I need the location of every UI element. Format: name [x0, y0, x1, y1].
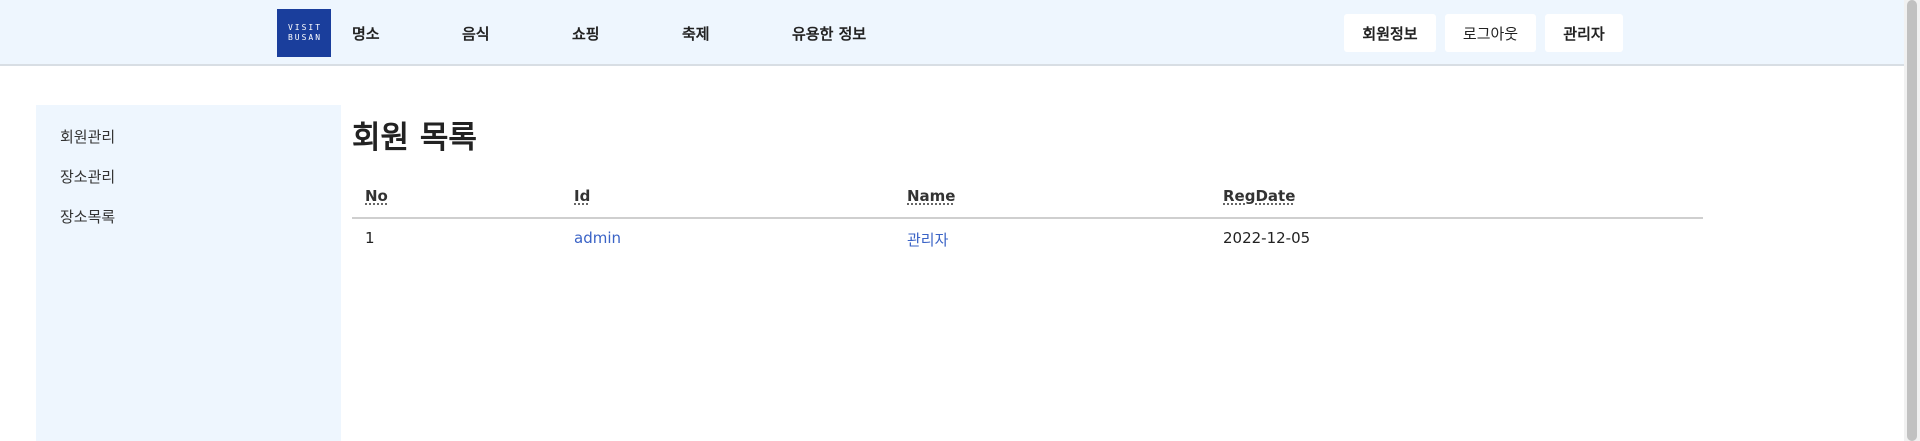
nav-link-attractions[interactable]: 명소	[352, 23, 380, 44]
member-info-button[interactable]: 회원정보	[1344, 14, 1436, 52]
logo-line-1: VISIT	[287, 23, 323, 32]
sidebar-item-member-management[interactable]: 회원관리	[60, 126, 115, 147]
logout-button[interactable]: 로그아웃	[1445, 14, 1536, 52]
cell-regdate: 2022-12-05	[1223, 229, 1311, 247]
column-header-no: No	[365, 187, 388, 205]
sidebar-item-place-management[interactable]: 장소관리	[60, 166, 115, 187]
visit-busan-logo[interactable]: VISIT BUSAN	[277, 9, 331, 57]
page-title: 회원 목록	[352, 120, 477, 156]
cell-no: 1	[365, 229, 375, 247]
admin-sidebar: 회원관리 장소관리 장소목록	[36, 105, 341, 441]
logo-line-2: BUSAN	[287, 33, 323, 42]
column-header-name: Name	[907, 187, 956, 205]
nav-link-festival[interactable]: 축제	[682, 23, 710, 44]
sidebar-item-place-list[interactable]: 장소목록	[60, 206, 115, 227]
admin-button[interactable]: 관리자	[1545, 14, 1623, 52]
cell-id-link[interactable]: admin	[574, 229, 621, 247]
column-header-id: Id	[574, 187, 591, 205]
top-navigation-bar: VISIT BUSAN 명소 음식 쇼핑 축제 유용한 정보 회원정보 로그아웃…	[0, 0, 1904, 66]
nav-link-food[interactable]: 음식	[462, 23, 490, 44]
scrollbar-thumb[interactable]	[1907, 0, 1917, 441]
column-header-regdate: RegDate	[1223, 187, 1296, 205]
table-header-divider	[352, 217, 1703, 219]
nav-link-shopping[interactable]: 쇼핑	[572, 23, 600, 44]
vertical-scrollbar[interactable]	[1904, 0, 1920, 441]
cell-name-link[interactable]: 관리자	[907, 229, 948, 250]
nav-link-useful-info[interactable]: 유용한 정보	[792, 23, 866, 44]
